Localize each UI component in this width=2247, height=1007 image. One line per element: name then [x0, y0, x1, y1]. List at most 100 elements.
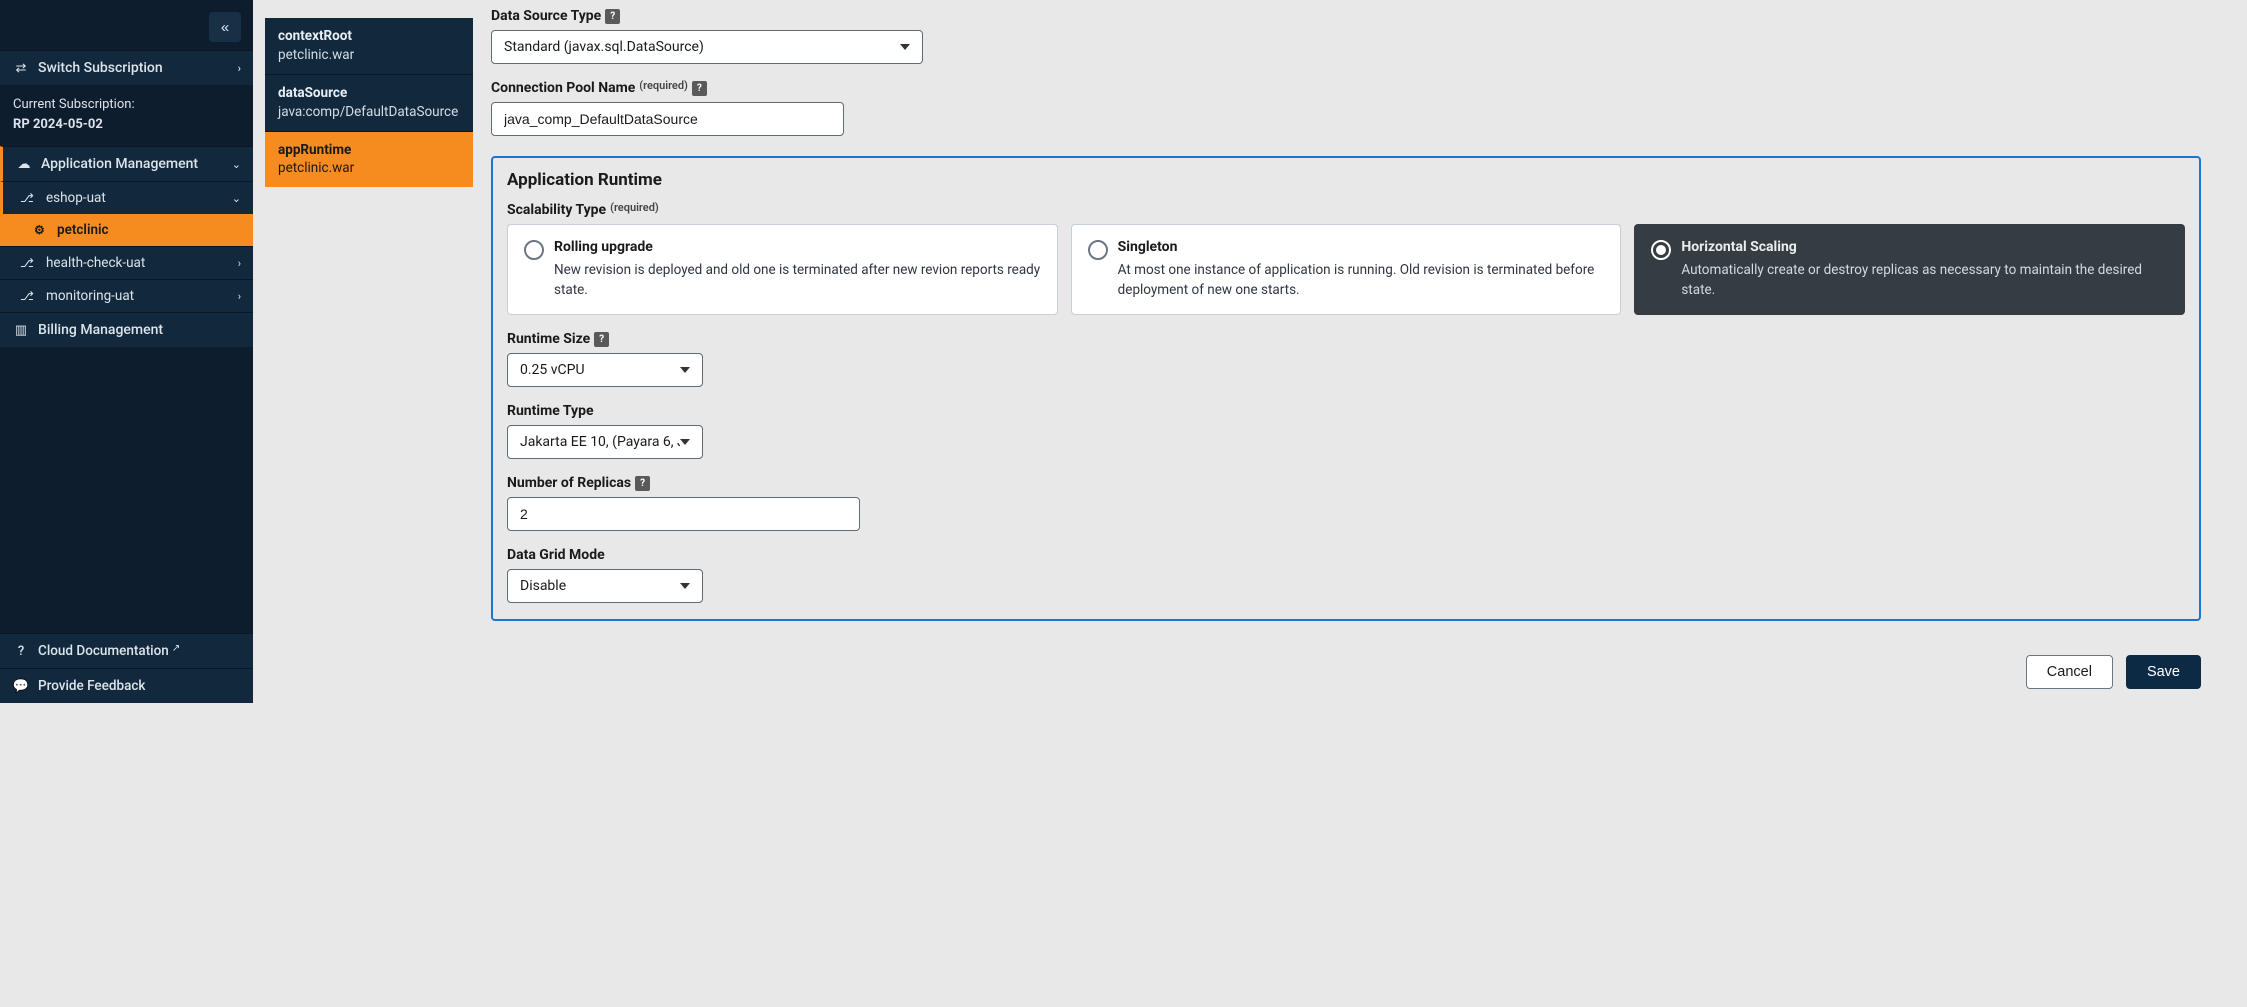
data-grid-mode-select[interactable]: Disable: [507, 569, 703, 603]
nav-billing-label: Billing Management: [38, 322, 163, 338]
step-appruntime[interactable]: appRuntime petclinic.war: [265, 131, 473, 188]
namespace-monitoring-uat[interactable]: monitoring-uat ›: [0, 279, 253, 312]
namespace-health-check-uat[interactable]: health-check-uat ›: [0, 246, 253, 279]
help-icon[interactable]: ?: [594, 332, 609, 347]
caret-down-icon: [680, 583, 690, 589]
required-tag: (required): [639, 79, 688, 92]
label-text: Runtime Size: [507, 331, 590, 347]
step-subtitle: petclinic.war: [278, 159, 460, 178]
nav-billing-management[interactable]: Billing Management: [0, 312, 253, 347]
feedback-label: Provide Feedback: [38, 678, 145, 694]
save-button[interactable]: Save: [2126, 655, 2201, 689]
cloud-documentation-link[interactable]: ? Cloud Documentation ↗: [0, 633, 253, 668]
label-text: Data Source Type: [491, 8, 601, 24]
label-text: Number of Replicas: [507, 475, 631, 491]
step-title: appRuntime: [278, 141, 460, 160]
sidebar-collapse-row: «: [0, 0, 253, 50]
data-source-type-select[interactable]: Standard (javax.sql.DataSource): [491, 30, 923, 64]
label-text: Runtime Type: [507, 403, 594, 419]
external-link-icon: ↗: [172, 643, 180, 654]
collapse-sidebar-button[interactable]: «: [209, 12, 241, 42]
namespace-icon: [20, 256, 38, 270]
scalability-singleton[interactable]: Singleton At most one instance of applic…: [1071, 224, 1622, 315]
nav-application-management-label: Application Management: [41, 156, 198, 172]
cloud-docs-label: Cloud Documentation: [38, 643, 169, 659]
connection-pool-name-input[interactable]: [491, 102, 844, 136]
connection-pool-name-label: Connection Pool Name (required) ?: [491, 80, 2201, 96]
label-text: Data Grid Mode: [507, 547, 605, 563]
chevron-down-icon: ⌄: [232, 158, 241, 171]
help-icon[interactable]: ?: [692, 81, 707, 96]
switch-subscription-label: Switch Subscription: [38, 60, 163, 76]
chart-icon: [12, 323, 30, 338]
option-title: Singleton: [1118, 239, 1605, 255]
caret-down-icon: [680, 439, 690, 445]
speech-bubble-icon: 💬: [12, 679, 30, 694]
number-of-replicas-input[interactable]: [507, 497, 860, 531]
current-subscription-label: Current Subscription:: [13, 95, 240, 115]
chevron-right-icon: ›: [238, 257, 241, 270]
action-buttons: Cancel Save: [491, 655, 2201, 689]
option-title: Horizontal Scaling: [1681, 239, 2168, 255]
chevron-right-icon: ›: [238, 290, 241, 303]
runtime-size-select[interactable]: 0.25 vCPU: [507, 353, 703, 387]
cloud-icon: [15, 157, 33, 172]
option-description: Automatically create or destroy replicas…: [1681, 261, 2168, 300]
sidebar: « ⇄ Switch Subscription › Current Subscr…: [0, 0, 253, 703]
scalability-type-label: Scalability Type (required): [507, 202, 2185, 218]
runtime-type-select[interactable]: Jakarta EE 10, (Payara 6, JDK: [507, 425, 703, 459]
scalability-options: Rolling upgrade New revision is deployed…: [507, 224, 2185, 315]
namespace-label: eshop-uat: [46, 190, 106, 206]
chevron-double-left-icon: «: [221, 19, 229, 36]
help-icon: ?: [12, 644, 30, 659]
provide-feedback-link[interactable]: 💬 Provide Feedback: [0, 668, 253, 703]
help-icon[interactable]: ?: [605, 9, 620, 24]
namespace-label: monitoring-uat: [46, 288, 134, 304]
step-subtitle: petclinic.war: [278, 46, 460, 65]
application-runtime-section: Application Runtime Scalability Type (re…: [491, 156, 2201, 621]
nav-application-management[interactable]: Application Management ⌄: [0, 146, 253, 181]
option-title: Rolling upgrade: [554, 239, 1041, 255]
radio-icon: [1651, 240, 1671, 260]
step-title: contextRoot: [278, 27, 460, 46]
runtime-type-label: Runtime Type: [507, 403, 2185, 419]
step-column: contextRoot petclinic.war dataSource jav…: [253, 0, 483, 703]
chevron-right-icon: ›: [238, 62, 241, 75]
data-grid-mode-label: Data Grid Mode: [507, 547, 2185, 563]
switch-subscription[interactable]: ⇄ Switch Subscription ›: [0, 50, 253, 85]
app-icon: [34, 223, 50, 237]
scalability-horizontal-scaling[interactable]: Horizontal Scaling Automatically create …: [1634, 224, 2185, 315]
scalability-rolling-upgrade[interactable]: Rolling upgrade New revision is deployed…: [507, 224, 1058, 315]
step-subtitle: java:comp/DefaultDataSource: [278, 103, 460, 122]
namespace-eshop-uat[interactable]: eshop-uat ⌄: [0, 181, 253, 214]
option-description: At most one instance of application is r…: [1118, 261, 1605, 300]
select-value: Jakarta EE 10, (Payara 6, JDK: [520, 434, 680, 450]
radio-icon: [524, 240, 544, 260]
required-tag: (required): [610, 201, 659, 214]
number-of-replicas-label: Number of Replicas ?: [507, 475, 2185, 491]
label-text: Connection Pool Name: [491, 80, 635, 96]
step-datasource[interactable]: dataSource java:comp/DefaultDataSource: [265, 74, 473, 131]
step-contextroot[interactable]: contextRoot petclinic.war: [265, 18, 473, 74]
chevron-down-icon: ⌄: [232, 192, 241, 205]
radio-icon: [1088, 240, 1108, 260]
option-description: New revision is deployed and old one is …: [554, 261, 1041, 300]
main-panel: Data Source Type ? Standard (javax.sql.D…: [483, 0, 2247, 703]
current-subscription-value: RP 2024-05-02: [13, 115, 240, 135]
app-petclinic[interactable]: petclinic: [0, 214, 253, 246]
select-value: Disable: [520, 578, 566, 594]
select-value: Standard (javax.sql.DataSource): [504, 39, 704, 55]
select-value: 0.25 vCPU: [520, 362, 585, 378]
label-text: Scalability Type: [507, 202, 606, 218]
section-title: Application Runtime: [507, 170, 2185, 190]
data-source-type-label: Data Source Type ?: [491, 8, 2201, 24]
help-icon[interactable]: ?: [635, 476, 650, 491]
runtime-size-label: Runtime Size ?: [507, 331, 2185, 347]
namespace-label: health-check-uat: [46, 255, 145, 271]
app-label: petclinic: [57, 222, 109, 238]
caret-down-icon: [680, 367, 690, 373]
step-title: dataSource: [278, 84, 460, 103]
cancel-button[interactable]: Cancel: [2026, 655, 2113, 689]
current-subscription-block: Current Subscription: RP 2024-05-02: [0, 85, 253, 146]
switch-icon: ⇄: [12, 61, 30, 76]
